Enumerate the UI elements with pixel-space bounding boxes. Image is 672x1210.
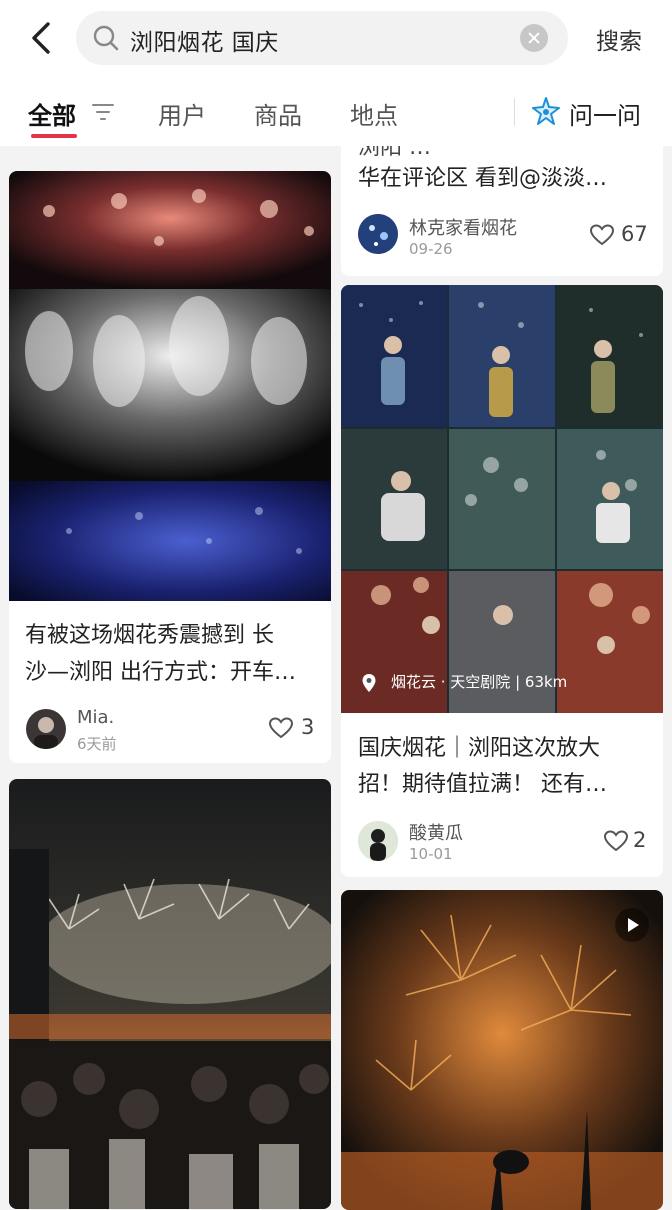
note-cover-image[interactable] xyxy=(9,171,331,601)
note-card-right-2[interactable] xyxy=(341,890,663,1210)
post-date: 09-26 xyxy=(409,240,453,258)
author-name[interactable]: Mia. xyxy=(77,707,114,728)
author-avatar[interactable] xyxy=(358,214,398,254)
clear-search-icon[interactable] xyxy=(520,24,548,52)
note-cover-image[interactable] xyxy=(9,779,331,1209)
tab-all[interactable]: 全部 xyxy=(28,96,76,131)
tab-places[interactable]: 地点 xyxy=(350,96,398,131)
post-date: 10-01 xyxy=(409,845,453,863)
note-card-right-1[interactable]: 烟花云 · 天空剧院 | 63km 国庆烟花｜浏阳这次放大 招！期待值拉满！ 还… xyxy=(341,285,663,877)
like-count: 2 xyxy=(633,828,647,852)
note-title-line-2: 沙—浏阳 出行方式：开车… xyxy=(25,660,296,685)
author-avatar[interactable] xyxy=(358,821,398,861)
like-count: 3 xyxy=(301,715,315,739)
location-text: 烟花云 · 天空剧院 | 63km xyxy=(391,673,568,691)
filter-tabs: 全部 用户 商品 地点 问一问 xyxy=(0,80,672,146)
tab-users[interactable]: 用户 xyxy=(158,96,206,131)
note-title-line-2: 华在评论区 看到@淡淡… xyxy=(358,166,607,191)
note-card-right-0[interactable]: 浏阳 … 华在评论区 看到@淡淡… 林克家看烟花 09-26 67 xyxy=(341,146,663,276)
video-play-icon xyxy=(615,908,649,942)
author-avatar[interactable] xyxy=(26,709,66,749)
active-tab-indicator xyxy=(31,134,77,138)
note-card-left-1[interactable]: 有被这场烟花秀震撼到 长 沙—浏阳 出行方式：开车… Mia. 6天前 3 xyxy=(9,171,331,763)
note-card-left-2[interactable] xyxy=(9,779,331,1209)
author-name[interactable]: 林克家看烟花 xyxy=(409,214,517,240)
note-cover-image[interactable] xyxy=(341,285,663,713)
top-bar: 浏阳烟花 国庆 搜索 xyxy=(0,0,672,80)
search-icon xyxy=(93,25,119,51)
tab-divider xyxy=(514,98,515,126)
note-title-line-1: 有被这场烟花秀震撼到 长 xyxy=(25,623,274,648)
location-pin-icon xyxy=(362,674,376,692)
like-heart-icon[interactable] xyxy=(589,223,615,247)
back-chevron-icon[interactable] xyxy=(24,18,60,58)
tab-goods[interactable]: 商品 xyxy=(254,96,302,131)
like-heart-icon[interactable] xyxy=(603,829,629,853)
note-title-line-1: 国庆烟花｜浏阳这次放大 xyxy=(358,736,601,761)
author-name[interactable]: 酸黄瓜 xyxy=(409,819,463,845)
like-count: 67 xyxy=(621,222,648,246)
search-query[interactable]: 浏阳烟花 国庆 xyxy=(130,23,279,57)
note-title-line-2: 招！期待值拉满！ 还有… xyxy=(358,772,607,797)
filter-icon[interactable] xyxy=(91,102,115,122)
note-cover-image[interactable] xyxy=(341,890,663,1210)
sparkle-star-icon xyxy=(532,97,560,125)
like-heart-icon[interactable] xyxy=(268,716,294,740)
post-date: 6天前 xyxy=(77,735,117,753)
search-button[interactable]: 搜索 xyxy=(596,22,642,56)
search-box[interactable]: 浏阳烟花 国庆 xyxy=(76,11,568,65)
ask-label: 问一问 xyxy=(569,102,641,130)
